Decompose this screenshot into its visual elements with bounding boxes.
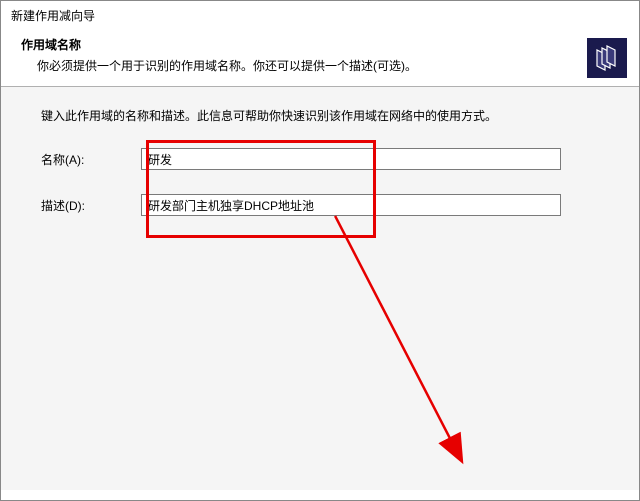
scope-wizard-icon (587, 38, 627, 78)
window-title: 新建作用减向导 (1, 1, 639, 30)
description-row: 描述(D): (31, 194, 609, 216)
form-container: 名称(A): 描述(D): (31, 148, 609, 216)
header-title: 作用域名称 (21, 36, 629, 53)
name-label: 名称(A): (41, 151, 141, 168)
wizard-header: 作用域名称 你必须提供一个用于识别的作用域名称。你还可以提供一个描述(可选)。 (1, 30, 639, 87)
description-label: 描述(D): (41, 197, 141, 214)
header-subtitle: 你必须提供一个用于识别的作用域名称。你还可以提供一个描述(可选)。 (37, 57, 629, 74)
description-input[interactable] (141, 194, 561, 216)
name-input[interactable] (141, 148, 561, 170)
wizard-content: 键入此作用域的名称和描述。此信息可帮助你快速识别该作用域在网络中的使用方式。 名… (1, 87, 639, 490)
wizard-window: 新建作用减向导 作用域名称 你必须提供一个用于识别的作用域名称。你还可以提供一个… (0, 0, 640, 501)
name-row: 名称(A): (31, 148, 609, 170)
instruction-text: 键入此作用域的名称和描述。此信息可帮助你快速识别该作用域在网络中的使用方式。 (41, 107, 609, 124)
